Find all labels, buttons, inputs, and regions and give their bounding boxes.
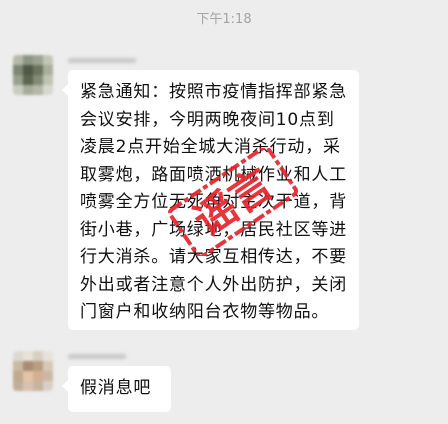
message-text: 紧急通知：按照市疫情指挥部紧急会议安排，今明两晚夜间10点到凌晨2点开始全城大消…: [80, 82, 347, 322]
sender-avatar[interactable]: [13, 351, 53, 391]
sender-avatar[interactable]: [13, 55, 53, 95]
chat-timestamp: 下午1:18: [196, 12, 252, 27]
message-bubble[interactable]: 假消息吧: [62, 366, 171, 412]
message-bubble[interactable]: 紧急通知：按照市疫情指挥部紧急会议安排，今明两晚夜间10点到凌晨2点开始全城大消…: [62, 70, 359, 330]
sender-name: [68, 58, 136, 63]
sender-name: [68, 354, 126, 359]
message-text: 假消息吧: [80, 378, 152, 398]
